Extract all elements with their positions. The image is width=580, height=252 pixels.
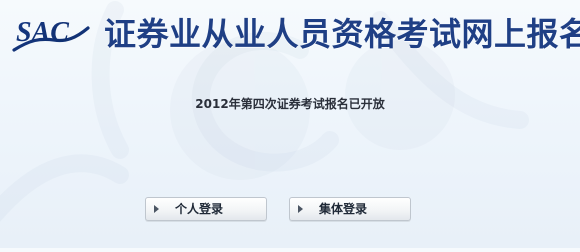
page-title: 证券业从业人员资格考试网上报名 bbox=[104, 15, 580, 53]
triangle-right-icon bbox=[154, 205, 159, 213]
group-login-button[interactable]: 集体登录 bbox=[289, 197, 411, 221]
sac-logo: SAC bbox=[12, 17, 90, 52]
group-login-label: 集体登录 bbox=[319, 202, 368, 216]
personal-login-label: 个人登录 bbox=[175, 202, 224, 216]
triangle-right-icon bbox=[298, 205, 303, 213]
logo-text: SAC bbox=[16, 17, 69, 48]
personal-login-button[interactable]: 个人登录 bbox=[145, 197, 267, 221]
page-header: SAC 证券业从业人员资格考试网上报名 bbox=[0, 0, 580, 62]
registration-notice: 2012年第四次证券考试报名已开放 bbox=[195, 97, 385, 111]
